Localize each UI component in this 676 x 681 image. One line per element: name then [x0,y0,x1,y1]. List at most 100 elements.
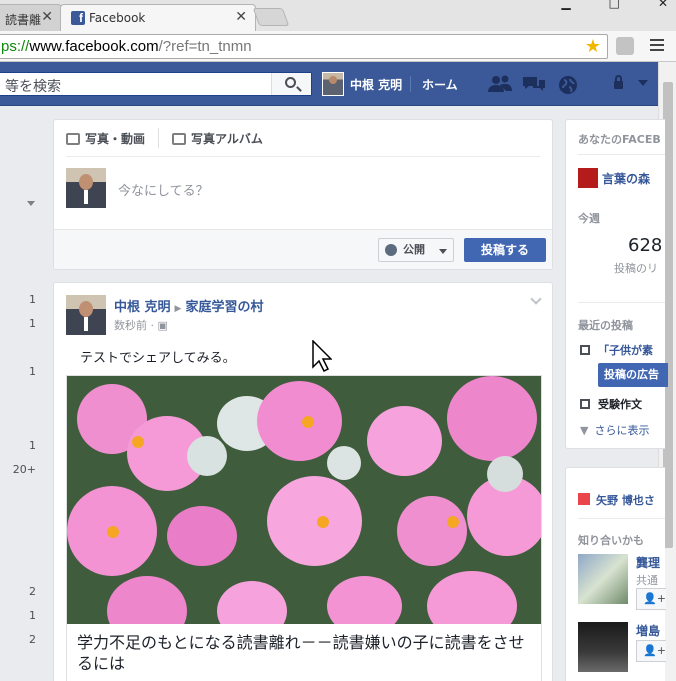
left-count: 20+ [12,463,36,476]
divider [410,76,411,92]
search-input[interactable]: 等を検索 [5,76,61,96]
privacy-selector[interactable]: 公開 [378,238,454,262]
notifications-globe-icon[interactable] [558,75,578,95]
feed-post: 中根 克明 ▶ 家庭学習の村 数秒前 · ▣ テストでシェアしてみる。 学力不足… [53,282,553,681]
avatar[interactable] [66,168,106,208]
tab-photo-video[interactable]: 写真・動画 [66,130,145,147]
search-box[interactable]: 等を検索 [0,72,312,96]
edit-icon [580,345,590,355]
avatar[interactable] [66,295,106,335]
url-field[interactable]: ps://www.facebook.com/?ref=tn_tnmn ★ [0,34,608,59]
tab-title: 読書離 [5,13,42,27]
rss-icon[interactable] [616,37,634,55]
url-host: www.facebook.com [29,38,159,55]
link-title[interactable]: 学力不足のもとになる読書離れ－－読書嫌いの子に読書をさせるには [77,632,527,674]
account-menu-chevron-down-icon[interactable] [638,80,648,86]
suggestions-panel: 矢野 博也さ 知り合いかも 龔理 共通 👤+ 増島 👤+ [565,467,666,681]
post-header: 中根 克明 ▶ 家庭学習の村 [114,296,263,315]
status-input[interactable]: 今なにしてる？ [118,180,209,199]
recent-post-title: 受験作文 [598,398,642,411]
divider [66,156,540,157]
divider [578,154,665,155]
triangle-right-icon: ▶ [174,304,182,314]
friend-requests-icon[interactable] [488,75,512,93]
post-button[interactable]: 投稿する [464,238,546,262]
people-you-may-know-label: 知り合いかも [578,534,644,547]
divider [578,518,665,519]
chevron-down-icon: ▼ [580,424,589,437]
tab-label: 写真アルバム [191,132,263,146]
person-name[interactable]: 増島 [636,622,660,639]
chevron-down-icon [439,249,447,254]
person-name[interactable]: 龔理 [636,554,660,571]
reach-label: 投稿のリ [614,262,658,275]
maximize-icon[interactable]: □ [609,0,620,10]
close-icon[interactable]: ✕ [41,9,53,25]
profile-link[interactable]: 中根 克明 [350,76,402,93]
left-count: 1 [29,317,36,330]
page-thumbnail-icon [578,168,598,188]
birthday-name: 矢野 博也さ [596,494,655,507]
recent-post-link[interactable]: 受験作文 [580,396,642,412]
mouse-cursor-icon [312,340,332,372]
panel-heading: あなたのFACEB [578,133,661,146]
add-friend-button[interactable]: 👤+ [636,588,666,610]
home-link[interactable]: ホーム [422,76,458,93]
left-count: 1 [29,439,36,452]
bookmark-star-icon[interactable]: ★ [585,35,601,57]
album-icon [172,133,186,145]
avatar[interactable] [322,72,344,96]
menu-icon[interactable] [650,39,664,54]
privacy-label: 公開 [403,243,425,256]
mutual-friends: 共通 [636,574,658,587]
facebook-favicon-icon: f [71,11,85,25]
new-tab-button[interactable] [252,8,290,26]
left-count: 1 [29,365,36,378]
see-more-label: さらに表示 [594,424,650,437]
page-link[interactable]: 言葉の森 [578,168,650,188]
birthday-link[interactable]: 矢野 博也さ [578,492,655,508]
post-text: テストでシェアしてみる。 [80,351,236,366]
minimize-icon[interactable]: ▁ [561,0,570,10]
gift-icon [578,493,590,505]
page-name: 言葉の森 [602,172,651,186]
recent-post-title: 「子供が素 [598,344,653,357]
chevron-down-icon[interactable] [27,201,35,206]
browser-tab-bar: 読書離 ✕ f Facebook ✕ ▁ □ ✕ [0,0,676,31]
privacy-shortcuts-lock-icon[interactable] [612,75,626,89]
author-link[interactable]: 中根 克明 [114,300,171,315]
window-controls: ▁ □ ✕ [523,0,668,10]
tab-label: 写真・動画 [85,132,146,146]
recent-post-link[interactable]: 「子供が素 [580,342,653,358]
tab-inactive[interactable]: 読書離 ✕ [0,4,62,31]
search-icon [285,77,296,88]
post-options-chevron-down-icon[interactable] [530,293,542,305]
close-icon[interactable]: ✕ [235,9,247,25]
person-thumbnail[interactable] [578,622,628,672]
facebook-top-bar: 等を検索 中根 克明 ホーム [0,62,660,106]
messages-icon[interactable] [522,75,546,93]
search-button[interactable] [271,73,311,95]
person-thumbnail[interactable] [578,554,628,604]
url-scheme: ps:// [1,38,30,55]
camera-icon [66,133,80,145]
left-count: 2 [29,585,36,598]
divider [158,128,159,148]
boost-post-button[interactable]: 投稿の広告 [598,363,668,387]
reach-count: 628 [628,235,663,256]
globe-icon [385,244,397,256]
link-preview[interactable]: 学力不足のもとになる読書離れ－－読書嫌いの子に読書をさせるには [66,375,542,681]
composer-footer: 公開 投稿する [54,229,552,269]
see-more-link[interactable]: ▼ さらに表示 [580,422,649,438]
group-link[interactable]: 家庭学習の村 [185,300,263,315]
add-friend-button[interactable]: 👤+ [636,640,666,662]
close-window-icon[interactable]: ✕ [658,0,668,10]
post-timestamp[interactable]: 数秒前 · ▣ [114,317,168,333]
link-preview-image[interactable] [67,376,541,624]
address-bar: ps://www.facebook.com/?ref=tn_tnmn ★ [0,31,676,62]
left-count: 1 [29,609,36,622]
pages-panel: あなたのFACEB 言葉の森 今週 628 投稿のリ 最近の投稿 「子供が素 投… [565,119,668,449]
tab-photo-album[interactable]: 写真アルバム [172,130,263,147]
left-count: 1 [29,293,36,306]
tab-facebook[interactable]: f Facebook ✕ [60,4,256,31]
